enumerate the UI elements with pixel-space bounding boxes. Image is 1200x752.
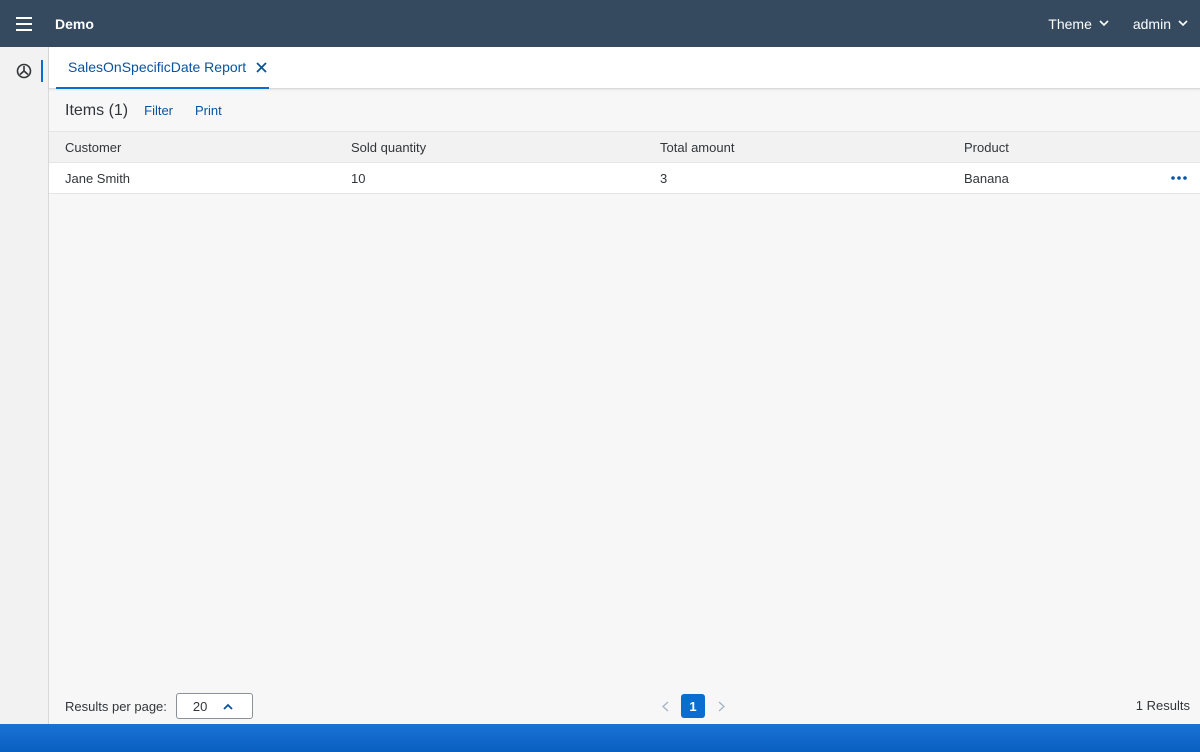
chevron-up-icon: [223, 703, 234, 710]
pagination: 1: [655, 693, 731, 719]
table-row[interactable]: Jane Smith 10 3 Banana: [49, 163, 1200, 194]
bottom-status-bar: [0, 724, 1200, 752]
hamburger-menu-button[interactable]: [0, 0, 47, 47]
column-header-total-amount[interactable]: Total amount: [644, 140, 948, 155]
row-actions-button[interactable]: [1170, 171, 1188, 185]
cell-product: Banana: [964, 170, 1009, 186]
side-nav-active-indicator: [41, 60, 43, 82]
theme-menu-label: Theme: [1048, 15, 1092, 32]
column-header-product[interactable]: Product: [948, 140, 1148, 155]
user-menu[interactable]: admin: [1121, 0, 1200, 47]
shell-bar: Demo Theme admin: [0, 0, 1200, 47]
page-button-1[interactable]: 1: [681, 694, 705, 718]
table-footer: Results per page: 20 1 1 Results: [49, 688, 1200, 724]
results-per-page-label: Results per page:: [65, 698, 167, 714]
filter-button[interactable]: Filter: [144, 103, 173, 118]
table-header: Customer Sold quantity Total amount Prod…: [49, 131, 1200, 163]
chevron-down-icon: [1099, 20, 1109, 27]
column-header-customer[interactable]: Customer: [49, 140, 335, 155]
results-per-page-value: 20: [192, 698, 208, 714]
cell-total-amount: 3: [660, 170, 668, 186]
items-title: Items (1): [65, 101, 129, 119]
cell-sold-quantity: 10: [351, 170, 366, 186]
user-menu-label: admin: [1132, 15, 1171, 32]
chevron-right-icon: [718, 700, 725, 712]
tab-salesonspecificdate-report[interactable]: SalesOnSpecificDate Report: [56, 47, 269, 89]
results-per-page-select[interactable]: 20: [175, 693, 253, 719]
items-table: Customer Sold quantity Total amount Prod…: [49, 131, 1200, 194]
cell-customer: Jane Smith: [65, 170, 131, 186]
side-nav-item-dashboard[interactable]: [0, 56, 48, 86]
previous-page-button[interactable]: [655, 693, 675, 719]
more-options-icon: [1171, 176, 1187, 180]
column-header-sold-quantity[interactable]: Sold quantity: [335, 140, 644, 155]
side-navigation: [0, 47, 49, 724]
tab-label: SalesOnSpecificDate Report: [68, 59, 247, 75]
dashboard-icon: [16, 63, 32, 79]
app-title: Demo: [55, 15, 94, 32]
print-button[interactable]: Print: [195, 103, 222, 118]
chevron-down-icon: [1178, 20, 1188, 27]
chevron-left-icon: [661, 700, 668, 712]
close-icon[interactable]: [256, 61, 267, 73]
hamburger-menu-icon: [15, 16, 32, 31]
next-page-button[interactable]: [711, 693, 731, 719]
table-toolbar: Items (1) Filter Print: [49, 90, 1200, 131]
tab-bar: SalesOnSpecificDate Report: [49, 47, 1200, 89]
theme-menu[interactable]: Theme: [1036, 0, 1121, 47]
results-count: 1 Results: [1135, 698, 1190, 713]
